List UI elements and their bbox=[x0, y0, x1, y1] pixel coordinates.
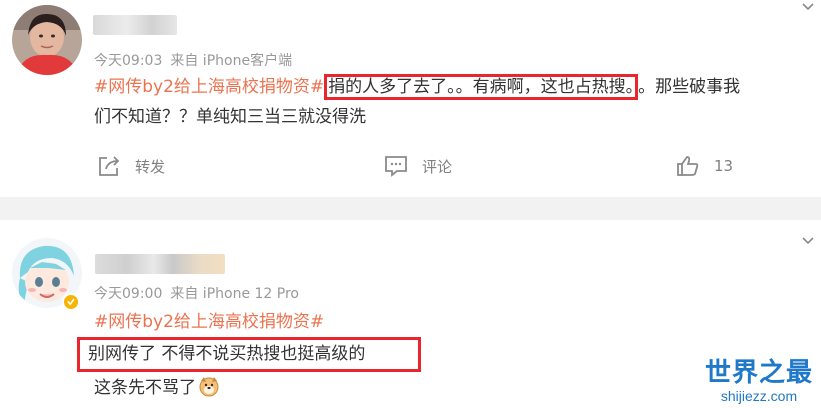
thumbs-up-icon bbox=[677, 156, 699, 176]
post-time[interactable]: 今天09:03 bbox=[94, 53, 162, 69]
content-text-line2: 们不知道？？单纯知三当三就没得洗 bbox=[94, 107, 366, 127]
watermark-en: shijiezz.com bbox=[720, 388, 798, 404]
post-time[interactable]: 今天09:00 bbox=[94, 286, 162, 302]
username-blurred[interactable] bbox=[95, 254, 225, 274]
watermark-cn: 世界之最 bbox=[704, 358, 813, 388]
site-watermark: 世界之最 shijiezz.com bbox=[705, 358, 813, 404]
topic-hashtag[interactable]: #网传by2给上海高校捐物资# bbox=[94, 307, 324, 337]
username-blurred[interactable] bbox=[93, 15, 177, 35]
verified-badge-icon bbox=[62, 293, 80, 311]
post-meta: 今天09:03 来自 iPhone客户端 bbox=[94, 50, 292, 70]
highlighted-text: 别网传了 不得不说买热搜也挺高级的 bbox=[77, 337, 421, 372]
avatar[interactable] bbox=[12, 5, 82, 75]
content-text-line: 这条先不骂了 bbox=[94, 378, 196, 398]
post-source: 来自 iPhone 12 Pro bbox=[170, 286, 299, 302]
topic-hashtag[interactable]: #网传by2给上海高校捐物资# bbox=[94, 77, 324, 97]
comment-icon bbox=[385, 156, 407, 177]
highlighted-text: 捐的人多了去了。。有病啊，这也占热搜。 bbox=[324, 74, 639, 100]
post-meta: 今天09:00 来自 iPhone 12 Pro bbox=[94, 283, 299, 303]
like-count: 13 bbox=[714, 157, 734, 175]
weibo-post-1: 今天09:03 来自 iPhone客户端 #网传by2给上海高校捐物资# 捐的人多了… bbox=[0, 0, 821, 197]
post-content: #网传by2给上海高校捐物资# 捐的人多了去了。。有病啊，这也占热搜。 。那些破事我… bbox=[94, 72, 814, 132]
content-text: 这条先不骂了 bbox=[94, 373, 220, 403]
weibo-post-2: 今天09:00 来自 iPhone 12 Pro #网传by2给上海高校捐物资# … bbox=[0, 220, 821, 408]
dog-face-emoji-icon bbox=[199, 377, 219, 397]
post-source: 来自 iPhone客户端 bbox=[170, 53, 293, 69]
repost-button[interactable]: 转发 bbox=[97, 155, 165, 177]
post-divider bbox=[0, 197, 821, 220]
chevron-down-icon[interactable] bbox=[801, 0, 815, 14]
like-button[interactable]: 13 bbox=[676, 155, 733, 177]
comment-label: 评论 bbox=[422, 157, 453, 176]
action-bar: 转发 评论 13 bbox=[0, 155, 821, 185]
repost-icon bbox=[99, 156, 120, 176]
repost-label: 转发 bbox=[135, 157, 166, 176]
chevron-down-icon[interactable] bbox=[801, 234, 815, 248]
content-text: 。那些破事我 bbox=[638, 77, 741, 97]
comment-button[interactable]: 评论 bbox=[384, 155, 452, 177]
